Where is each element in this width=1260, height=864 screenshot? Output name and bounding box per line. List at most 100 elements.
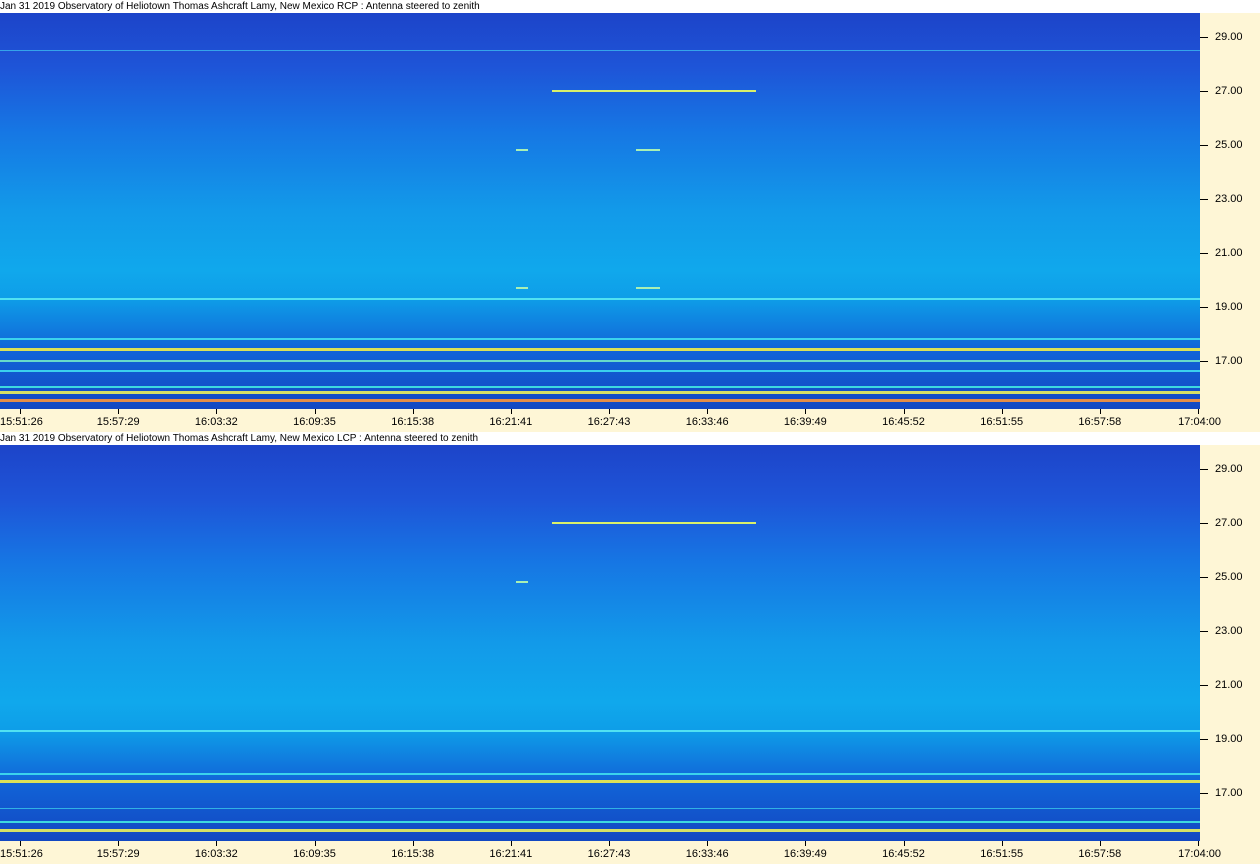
burst-mark — [516, 149, 528, 152]
x-tick-label: 15:57:29 — [96, 416, 140, 428]
x-tick-mark — [805, 409, 807, 414]
narrowband-line — [0, 780, 1200, 784]
y-tick-mark — [1200, 738, 1208, 740]
x-tick-mark — [412, 841, 414, 846]
x-tick-label: 16:03:32 — [194, 416, 238, 428]
x-tick-label: 16:57:58 — [1078, 416, 1122, 428]
spectrogram-plot — [0, 445, 1200, 841]
y-tick-label: 23.00 — [1215, 192, 1243, 205]
y-tick-mark — [1200, 684, 1208, 686]
spectrogram-panel-lcp: Jan 31 2019 Observatory of Heliotown Tho… — [0, 432, 1260, 864]
y-tick-label: 21.00 — [1215, 678, 1243, 691]
narrowband-line — [0, 370, 1200, 373]
x-tick-mark — [118, 841, 120, 846]
narrowband-line — [0, 821, 1200, 824]
y-tick-mark — [1200, 360, 1208, 362]
y-tick-mark — [1200, 252, 1208, 254]
narrowband-line — [0, 399, 1200, 403]
chart-title: Jan 31 2019 Observatory of Heliotown Tho… — [0, 432, 1200, 445]
x-tick-mark — [707, 841, 709, 846]
spectrogram-panel-rcp: Jan 31 2019 Observatory of Heliotown Tho… — [0, 0, 1260, 432]
x-tick-label: 16:57:58 — [1078, 848, 1122, 860]
narrowband-line — [0, 297, 1200, 300]
y-tick-mark — [1200, 469, 1208, 471]
x-tick-mark — [609, 841, 610, 846]
narrowband-line — [0, 808, 1200, 810]
x-tick-mark — [805, 841, 807, 846]
y-tick-mark — [1200, 523, 1208, 525]
x-tick-label: 16:27:43 — [587, 416, 631, 428]
y-tick-mark — [1200, 145, 1208, 146]
x-tick-label: 16:27:43 — [587, 848, 631, 860]
x-tick-label: 15:51:26 — [0, 416, 43, 428]
narrowband-line — [0, 729, 1200, 732]
y-tick-mark — [1200, 630, 1208, 632]
x-tick-label: 16:03:32 — [194, 848, 238, 860]
x-axis: 15:51:26 15:57:29 16:03:32 16:09:35 16:15:38… — [0, 841, 1260, 864]
y-tick-label: 29.00 — [1215, 31, 1243, 44]
y-tick-label: 25.00 — [1215, 571, 1243, 583]
narrowband-line — [0, 348, 1200, 352]
y-tick-label: 27.00 — [1215, 517, 1243, 530]
x-tick-mark — [412, 409, 414, 414]
burst-mark — [552, 90, 756, 93]
y-tick-label: 29.00 — [1215, 463, 1243, 476]
y-tick-mark — [1200, 91, 1208, 93]
y-tick-label: 17.00 — [1215, 786, 1243, 799]
y-axis: 29.00 27.00 25.00 23.00 21.00 19.00 17.00 — [1200, 13, 1260, 409]
y-tick-label: 21.00 — [1215, 246, 1243, 259]
x-tick-label: 16:51:55 — [980, 416, 1024, 428]
x-tick-label: 15:51:26 — [0, 848, 43, 860]
narrowband-line — [0, 386, 1200, 389]
x-tick-label: 17:04:00 — [1178, 416, 1221, 428]
narrowband-line — [0, 391, 1200, 395]
burst-mark — [516, 581, 528, 584]
y-tick-label: 19.00 — [1215, 732, 1243, 745]
x-tick-label: 16:33:46 — [685, 848, 729, 860]
y-tick-label: 19.00 — [1215, 300, 1243, 313]
x-tick-mark — [510, 841, 512, 846]
x-tick-label: 16:39:49 — [783, 416, 827, 428]
x-tick-mark — [1001, 409, 1003, 414]
x-tick-mark — [903, 409, 905, 414]
y-tick-label: 23.00 — [1215, 624, 1243, 637]
spectrogram-plot — [0, 13, 1200, 409]
x-tick-label: 16:45:52 — [882, 848, 925, 860]
y-axis: 29.00 27.00 25.00 23.00 21.00 19.00 17.00 — [1200, 445, 1260, 841]
x-tick-label: 16:15:38 — [391, 416, 435, 428]
x-tick-mark — [1099, 841, 1101, 846]
x-tick-label: 16:33:46 — [685, 416, 729, 428]
x-tick-mark — [1099, 409, 1101, 414]
x-tick-label: 16:21:41 — [489, 848, 533, 860]
x-tick-mark — [20, 409, 21, 414]
x-tick-mark — [118, 409, 120, 414]
narrowband-line — [0, 337, 1200, 340]
x-tick-mark — [314, 409, 316, 414]
x-tick-mark — [1198, 841, 1199, 846]
x-tick-label: 16:09:35 — [293, 416, 336, 428]
y-tick-mark — [1200, 198, 1208, 200]
y-tick-label: 17.00 — [1215, 354, 1243, 367]
burst-mark — [552, 522, 756, 525]
x-tick-mark — [216, 841, 218, 846]
x-tick-mark — [903, 841, 905, 846]
burst-mark — [516, 286, 528, 289]
narrowband-line — [0, 828, 1200, 832]
x-tick-label: 15:57:29 — [96, 848, 140, 860]
x-tick-label: 16:45:52 — [882, 416, 925, 428]
narrowband-line — [0, 50, 1200, 52]
x-tick-label: 16:15:38 — [391, 848, 435, 860]
y-tick-mark — [1200, 577, 1208, 578]
x-tick-label: 16:21:41 — [489, 416, 533, 428]
burst-mark — [636, 286, 660, 289]
narrowband-line — [0, 359, 1200, 362]
x-tick-mark — [216, 409, 218, 414]
y-tick-label: 27.00 — [1215, 85, 1243, 98]
y-tick-label: 25.00 — [1215, 139, 1243, 151]
x-tick-mark — [707, 409, 709, 414]
x-tick-label: 16:09:35 — [293, 848, 336, 860]
narrowband-line — [0, 772, 1200, 775]
x-tick-mark — [609, 409, 610, 414]
x-tick-label: 17:04:00 — [1178, 848, 1221, 860]
x-tick-mark — [20, 841, 21, 846]
